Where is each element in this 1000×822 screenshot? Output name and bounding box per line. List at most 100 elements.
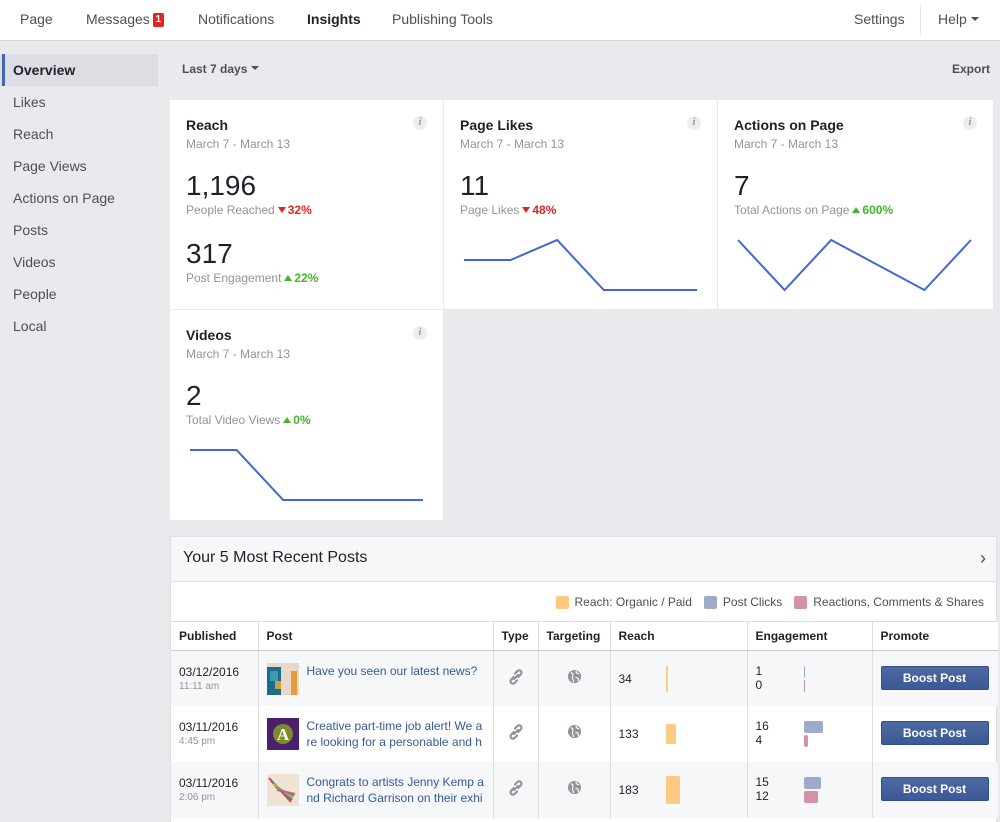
arrow-up-icon — [283, 417, 292, 423]
caret-down-icon — [251, 66, 260, 70]
reactions-bar — [803, 679, 805, 692]
sidebar-item-local[interactable]: Local — [0, 310, 158, 342]
sidebar-item-actions-on-page[interactable]: Actions on Page — [0, 182, 158, 214]
card-title: Page Likes — [460, 117, 534, 133]
col-targeting[interactable]: Targeting — [538, 622, 611, 651]
legend-item-post-clicks: Post Clicks — [703, 595, 783, 609]
sidebar-item-page-views[interactable]: Page Views — [0, 150, 158, 182]
sidebar: Overview Likes Reach Page Views Actions … — [0, 54, 158, 342]
post-clicks-value: 16 — [755, 719, 769, 733]
sidebar-item-likes[interactable]: Likes — [0, 86, 158, 118]
metric-delta: 22% — [294, 271, 319, 285]
info-icon[interactable]: i — [963, 116, 977, 130]
engagement-cell: 15 12 — [747, 762, 873, 818]
reach-card: Reach March 7 - March 13 i 1,196 People … — [170, 100, 443, 309]
actions-metric: 7 Total Actions on Page 600% — [734, 170, 893, 217]
post-clicks-value: 15 — [755, 775, 769, 789]
metric-value: 317 — [186, 238, 233, 269]
tab-insights[interactable]: Insights — [307, 0, 361, 40]
post-thumbnail[interactable]: A — [266, 718, 299, 750]
reach-cell: 183 — [610, 762, 748, 818]
sidebar-item-overview[interactable]: Overview — [0, 54, 158, 86]
tab-messages[interactable]: Messages 1 — [86, 0, 164, 40]
reach-cell: 34 — [610, 650, 748, 706]
info-icon[interactable]: i — [687, 116, 701, 130]
post-link[interactable]: Congrats to artists Jenny Kemp and Richa… — [307, 774, 485, 806]
messages-badge: 1 — [152, 13, 164, 27]
post-link[interactable]: Creative part-time job alert! We are loo… — [307, 718, 485, 750]
sidebar-item-posts[interactable]: Posts — [0, 214, 158, 246]
post-clicks-value: 1 — [755, 663, 763, 678]
legend-label: Post Clicks — [722, 595, 783, 609]
tab-notifications[interactable]: Notifications — [198, 0, 274, 40]
tab-page[interactable]: Page — [20, 0, 53, 40]
tab-label: Insights — [307, 11, 361, 27]
globe-icon — [567, 724, 581, 739]
targeting-cell — [538, 706, 611, 762]
post-thumbnail[interactable] — [266, 662, 299, 695]
post-link[interactable]: Have you seen our latest news? — [307, 663, 485, 695]
help-menu[interactable]: Help — [938, 0, 979, 40]
post-cell: Have you seen our latest news? — [258, 650, 494, 706]
legend-label: Reactions, Comments & Shares — [813, 595, 984, 609]
post-clicks-bar — [803, 665, 805, 678]
sidebar-item-reach[interactable]: Reach — [0, 118, 158, 150]
card-title: Actions on Page — [734, 117, 844, 133]
boost-post-button[interactable]: Boost Post — [880, 665, 989, 690]
metric-delta: 600% — [862, 203, 894, 217]
card-dates: March 7 - March 13 — [460, 137, 565, 151]
sparkline-line — [737, 238, 972, 292]
boost-post-button[interactable]: Boost Post — [880, 721, 989, 745]
table-row[interactable]: 03/11/2016 2:06 pm Congrats to artists J… — [171, 762, 998, 818]
metric-label: Post Engagement — [186, 271, 282, 285]
card-dates: March 7 - March 13 — [734, 137, 839, 151]
type-cell — [493, 706, 539, 762]
col-post[interactable]: Post — [258, 622, 494, 651]
sidebar-item-videos[interactable]: Videos — [0, 246, 158, 278]
page-likes-metric: 11 Page Likes 48% — [460, 170, 556, 217]
link-icon — [508, 780, 523, 796]
chevron-right-icon[interactable]: › — [980, 548, 986, 569]
export-button[interactable]: Export — [952, 62, 990, 76]
col-promote[interactable]: Promote — [872, 622, 998, 651]
reach-value: 183 — [618, 783, 639, 797]
metric-value: 2 — [186, 380, 202, 411]
post-clicks-bar — [803, 721, 823, 733]
promote-cell: Boost Post — [872, 762, 998, 818]
post-clicks-bar — [803, 777, 822, 789]
legend-swatch — [555, 595, 569, 609]
metric-delta: 32% — [287, 203, 312, 217]
post-thumbnail[interactable] — [266, 774, 299, 806]
tab-settings[interactable]: Settings — [854, 0, 905, 40]
type-cell — [493, 650, 539, 706]
published-cell: 03/11/2016 4:45 pm — [171, 706, 259, 762]
table-row[interactable]: 03/11/2016 4:45 pm A Creative part-time … — [171, 706, 998, 762]
tab-publishing-tools[interactable]: Publishing Tools — [392, 0, 493, 40]
col-engagement[interactable]: Engagement — [747, 622, 873, 651]
col-published[interactable]: Published — [171, 622, 259, 651]
metric-value: 7 — [734, 170, 750, 201]
video-views-metric: 2 Total Video Views 0% — [186, 380, 311, 427]
info-icon[interactable]: i — [413, 116, 427, 130]
info-icon[interactable]: i — [413, 326, 427, 340]
sidebar-item-people[interactable]: People — [0, 278, 158, 310]
top-nav: Page Messages 1 Notifications Insights Pu… — [0, 0, 1000, 41]
recent-posts-header[interactable]: Your 5 Most Recent Posts › — [171, 537, 996, 582]
posts-table: Published Post Type Targeting Reach Enga… — [171, 622, 998, 818]
tab-label: Publishing Tools — [392, 11, 493, 27]
metric-value: 11 — [460, 170, 490, 201]
date-range-dropdown[interactable]: Last 7 days — [182, 62, 260, 76]
col-type[interactable]: Type — [493, 622, 539, 651]
type-cell — [493, 762, 539, 818]
actions-on-page-card: Actions on Page March 7 - March 13 i 7 T… — [718, 100, 993, 309]
nav-divider — [920, 5, 921, 35]
recent-posts-panel: Your 5 Most Recent Posts › Reach: Organi… — [170, 536, 998, 822]
table-row[interactable]: 03/12/2016 11:11 am Have you seen our la… — [171, 650, 998, 706]
legend-item-reactions: Reactions, Comments & Shares — [794, 595, 984, 609]
arrow-down-icon — [277, 207, 286, 213]
col-reach[interactable]: Reach — [610, 622, 748, 651]
arrow-down-icon — [522, 207, 531, 213]
boost-post-button[interactable]: Boost Post — [880, 777, 989, 801]
card-title: Reach — [186, 117, 229, 133]
people-reached-metric: 1,196 People Reached 32% — [186, 170, 312, 217]
